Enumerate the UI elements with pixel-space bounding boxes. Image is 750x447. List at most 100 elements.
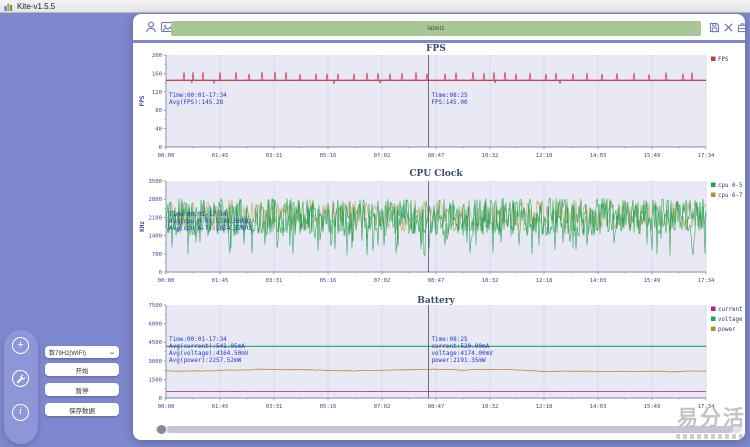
svg-text:12:18: 12:18 [536, 404, 553, 410]
export-icon[interactable] [737, 22, 748, 33]
cpu-clock-chart[interactable]: 00:00 01:45 03:31 05:16 07:02 08:47 10:32 12:18… [133, 160, 745, 290]
svg-text:00:00: 00:00 [158, 278, 175, 284]
close-icon[interactable] [723, 22, 734, 33]
battery-chart[interactable]: 00:00 01:45 03:31 05:16 07:02 08:47 10:32 12:18… [133, 288, 745, 422]
device-dropdown[interactable]: 数79H2(WIFI) ⌄ [45, 346, 119, 358]
svg-text:05:16: 05:16 [320, 278, 337, 284]
svg-text:0: 0 [159, 145, 162, 151]
svg-text:05:16: 05:16 [320, 404, 337, 410]
svg-text:Avg(cpu 0-5):1741.06KHz: Avg(cpu 0-5):1741.06KHz [169, 218, 252, 225]
svg-text:Avg(cpu 6-7):1854.37KHz: Avg(cpu 6-7):1854.37KHz [169, 225, 252, 232]
svg-text:10:32: 10:32 [482, 153, 499, 159]
window-titlebar: Kite-v1.5.5 [0, 0, 750, 13]
sidebar-rail: + i [4, 330, 38, 444]
svg-text:14:03: 14:03 [590, 278, 607, 284]
svg-text:00:00: 00:00 [158, 404, 175, 410]
svg-text:power: power [718, 327, 736, 333]
add-button[interactable]: + [12, 337, 29, 354]
svg-text:200: 200 [152, 53, 162, 59]
start-button-label: 开始 [76, 365, 89, 375]
svg-text:03:31: 03:31 [266, 153, 283, 159]
save-icon[interactable] [709, 22, 720, 33]
svg-text:1500: 1500 [149, 377, 162, 383]
start-button[interactable]: 开始 [45, 363, 119, 376]
device-dropdown-value: 数79H2(WIFI) [49, 348, 86, 357]
svg-text:08:47: 08:47 [428, 278, 445, 284]
svg-text:Time:08:25: Time:08:25 [431, 92, 468, 99]
save-data-button[interactable]: 保存数据 [45, 403, 119, 416]
svg-text:7500: 7500 [149, 303, 162, 309]
svg-text:Time:00:01-17:34: Time:00:01-17:34 [169, 211, 227, 218]
svg-text:120: 120 [152, 90, 162, 96]
svg-text:08:47: 08:47 [428, 404, 445, 410]
svg-text:12:18: 12:18 [536, 278, 553, 284]
svg-text:1400: 1400 [149, 234, 162, 240]
svg-text:01:45: 01:45 [212, 404, 229, 410]
svg-text:KHz: KHz [139, 221, 146, 232]
svg-text:0: 0 [159, 270, 162, 276]
svg-text:15:49: 15:49 [644, 153, 661, 159]
svg-text:2800: 2800 [149, 197, 162, 203]
wrench-icon [16, 374, 26, 384]
svg-text:40: 40 [155, 127, 162, 133]
svg-text:10:32: 10:32 [482, 278, 499, 284]
svg-text:03:31: 03:31 [266, 278, 283, 284]
svg-text:08:47: 08:47 [428, 153, 445, 159]
svg-text:power:2191.35mW: power:2191.35mW [431, 357, 486, 364]
svg-text:current:520.00mA: current:520.00mA [431, 343, 489, 350]
wrench-button[interactable] [12, 370, 29, 387]
pause-button-label: 暂停 [76, 385, 89, 395]
svg-text:03:31: 03:31 [266, 404, 283, 410]
svg-text:3500: 3500 [149, 179, 162, 185]
svg-text:07:02: 07:02 [374, 153, 391, 159]
svg-text:160: 160 [152, 71, 162, 77]
svg-text:voltage: voltage [718, 317, 743, 323]
svg-text:cpu 6-7: cpu 6-7 [718, 193, 743, 199]
window-title: Kite-v1.5.5 [17, 2, 55, 11]
svg-text:01:45: 01:45 [212, 153, 229, 159]
svg-text:FPS: FPS [718, 57, 729, 63]
svg-text:current: current [718, 307, 742, 313]
svg-text:17:34: 17:34 [698, 404, 715, 410]
svg-text:Avg(power):2257.52mW: Avg(power):2257.52mW [169, 357, 242, 364]
svg-text:cpu 0-5: cpu 0-5 [718, 183, 743, 189]
svg-text:2100: 2100 [149, 215, 162, 221]
user-icon[interactable] [144, 20, 158, 34]
svg-text:01:45: 01:45 [212, 278, 229, 284]
svg-text:Avg(current):541.05mA: Avg(current):541.05mA [169, 343, 245, 350]
main-panel: label1 00:00 01:45 03:31 05:16 07:02 08:47 10:… [133, 14, 745, 440]
save-data-button-label: 保存数据 [69, 405, 95, 415]
scrollbar-thumb[interactable] [167, 426, 733, 433]
svg-text:FPS: FPS [426, 44, 446, 54]
svg-text:17:34: 17:34 [698, 278, 715, 284]
svg-text:700: 700 [152, 252, 162, 258]
svg-text:Time:00:01-17:34: Time:00:01-17:34 [169, 92, 227, 99]
svg-text:00:00: 00:00 [158, 153, 175, 159]
svg-text:07:02: 07:02 [374, 278, 391, 284]
svg-text:CPU Clock: CPU Clock [409, 169, 463, 179]
desktop: { "window": { "title": "Kite-v1.5.5" }, … [0, 0, 750, 447]
svg-text:Battery: Battery [417, 296, 455, 306]
label-bar[interactable]: label1 [171, 21, 701, 36]
fps-chart[interactable]: 00:00 01:45 03:31 05:16 07:02 08:47 10:32 12:18… [133, 42, 745, 164]
svg-text:10:32: 10:32 [482, 404, 499, 410]
svg-text:Time:00:01-17:34: Time:00:01-17:34 [169, 336, 227, 343]
app-icon [4, 2, 13, 11]
svg-text:4500: 4500 [149, 340, 162, 346]
svg-text:14:03: 14:03 [590, 404, 607, 410]
scrollbar-knob[interactable] [157, 425, 166, 434]
svg-text:Avg(FPS):145.28: Avg(FPS):145.28 [169, 99, 224, 106]
svg-text:Avg(voltage):4164.50mV: Avg(voltage):4164.50mV [169, 350, 249, 357]
info-button[interactable]: i [12, 404, 29, 421]
svg-text:07:02: 07:02 [374, 404, 391, 410]
pause-button[interactable]: 暂停 [45, 383, 119, 396]
svg-text:15:49: 15:49 [644, 404, 661, 410]
svg-text:15:49: 15:49 [644, 278, 661, 284]
svg-text:12:18: 12:18 [536, 153, 553, 159]
svg-text:05:16: 05:16 [320, 153, 337, 159]
svg-text:3000: 3000 [149, 359, 162, 365]
svg-text:80: 80 [155, 108, 162, 114]
svg-text:FPS: FPS [139, 95, 146, 106]
svg-text:voltage:4174.00mV: voltage:4174.00mV [431, 350, 493, 357]
svg-text:6000: 6000 [149, 322, 162, 328]
